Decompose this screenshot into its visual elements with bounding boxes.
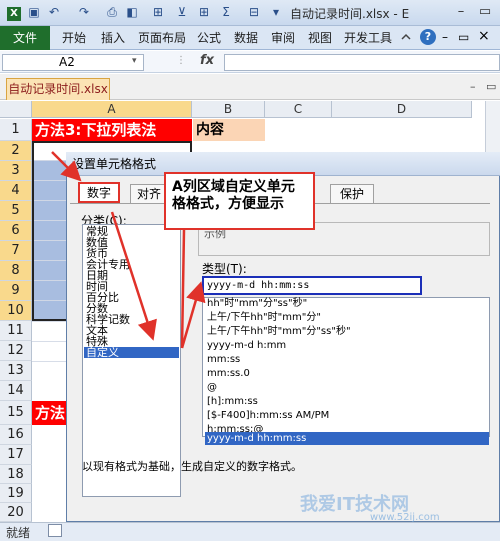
arrow-to-type-input — [180, 281, 206, 349]
arrow-to-custom-category — [110, 211, 157, 341]
arrow-to-number-tab — [51, 151, 82, 182]
watermark-url: www.52ij.com — [370, 512, 440, 523]
arrow-line-vertical — [180, 229, 186, 349]
annotation-arrows — [51, 151, 206, 349]
